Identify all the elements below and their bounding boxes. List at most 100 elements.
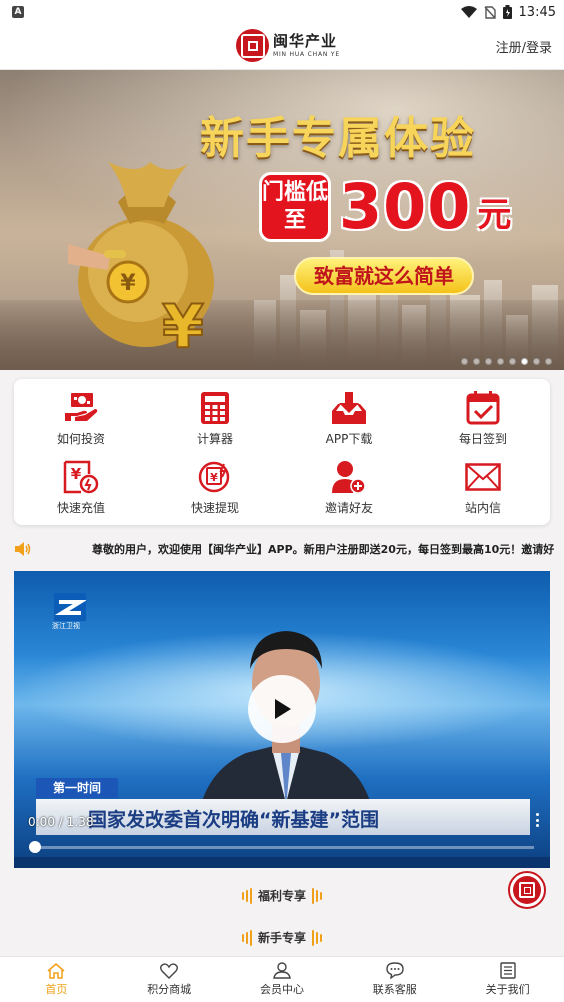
brand-text: 闽华产业 MIN HUA CHAN YE — [273, 31, 340, 58]
quick-label: 邀请好友 — [324, 500, 373, 515]
money-bag-illustration: ¥ ¥ ¥ — [68, 162, 214, 352]
tab-label: 会员中心 — [259, 983, 304, 996]
notice-bar[interactable]: 尊敬的用户，欢迎使用【闽华产业】APP。新用户注册即送20元，每日签到最高10元… — [0, 538, 564, 560]
tab-home[interactable]: 首页 — [0, 957, 113, 1002]
video-headline: 国家发改委首次明确“新基建”范围 — [88, 809, 379, 831]
app-header: 闽华产业 MIN HUA CHAN YE 注册/登录 — [0, 24, 564, 70]
tab-points-mall[interactable]: 积分商城 — [113, 957, 226, 1002]
banner-dot[interactable] — [545, 358, 552, 365]
money-hand-icon — [62, 389, 100, 427]
battery-icon — [502, 5, 512, 19]
channel-name: 浙江卫视 — [52, 622, 80, 630]
brand-name-cn: 闽华产业 — [273, 31, 338, 50]
calendar-check-icon — [464, 389, 502, 427]
tab-label: 联系客服 — [372, 983, 417, 996]
envelope-icon — [464, 458, 502, 496]
threshold-unit: 元 — [477, 195, 512, 235]
user-icon — [273, 962, 291, 979]
svg-text:¥: ¥ — [120, 271, 136, 296]
quick-label: APP下载 — [325, 431, 373, 446]
news-ticker — [14, 857, 550, 868]
decor-bars-icon — [241, 887, 252, 904]
decor-bars-icon — [241, 929, 252, 946]
quick-item-inbox[interactable]: 站内信 — [416, 452, 550, 521]
promo-banner[interactable]: ¥ ¥ ¥ 新手专属体验 门槛低至 300 元 致富就这么简单 — [0, 70, 564, 370]
brand-name-en: MIN HUA CHAN YE — [273, 50, 340, 58]
banner-dot[interactable] — [485, 358, 492, 365]
banner-slogan: 致富就这么简单 — [294, 257, 474, 295]
brand-seal-icon — [236, 29, 269, 62]
quick-label: 站内信 — [464, 500, 501, 515]
video-time: 0:00 / 1:38 — [28, 815, 94, 829]
document-list-icon — [499, 962, 516, 979]
seal-icon — [513, 876, 541, 904]
download-tray-icon — [330, 389, 368, 427]
decor-bars-icon — [312, 887, 322, 904]
quick-item-daily-checkin[interactable]: 每日签到 — [416, 383, 550, 452]
register-login-link[interactable]: 注册/登录 — [496, 37, 552, 56]
banner-dot[interactable] — [473, 358, 480, 365]
threshold-label: 门槛低至 — [259, 171, 331, 242]
threshold-block: 门槛低至 300 元 — [259, 170, 511, 243]
calculator-icon — [196, 389, 234, 427]
quick-label: 计算器 — [196, 431, 233, 446]
banner-dot[interactable] — [509, 358, 516, 365]
play-icon — [275, 699, 291, 719]
chat-bubble-icon — [386, 962, 404, 979]
play-button[interactable] — [248, 675, 316, 743]
app-screen: A 13:45 闽华产业 MIN HUA CHAN YE 注册/登录 ¥ ¥ 新… — [0, 0, 564, 1002]
seek-bar[interactable] — [34, 846, 534, 849]
floating-seal-button[interactable] — [508, 871, 546, 909]
quick-item-recharge[interactable]: ¥ 快速充值 — [14, 452, 148, 521]
speaker-icon — [15, 542, 31, 556]
quick-item-calculator[interactable]: 计算器 — [148, 383, 282, 452]
section-title: 福利专享 — [257, 889, 306, 903]
banner-headline: 新手专属体验 — [200, 113, 476, 164]
status-right: 13:45 — [460, 4, 556, 20]
video-player[interactable]: 浙江卫视 第一时间 国家发改委首次明确“新基建”范围 0:00 / 1:38 — [14, 571, 550, 868]
banner-dot[interactable] — [533, 358, 540, 365]
seek-handle[interactable] — [29, 841, 41, 853]
banner-dot[interactable] — [497, 358, 504, 365]
no-sim-icon — [484, 5, 496, 19]
quick-item-how-to-invest[interactable]: 如何投资 — [14, 383, 148, 452]
tab-label: 首页 — [45, 982, 68, 996]
more-options-icon[interactable] — [536, 813, 540, 827]
svg-text:¥: ¥ — [71, 465, 82, 483]
quick-item-withdraw[interactable]: ¥ 快速提现 — [148, 452, 282, 521]
section-newbie: 新手专享 — [0, 929, 564, 946]
decor-bars-icon — [312, 929, 322, 946]
tab-about-us[interactable]: 关于我们 — [451, 957, 564, 1002]
svg-text:¥: ¥ — [162, 292, 204, 352]
tab-customer-service[interactable]: 联系客服 — [338, 957, 451, 1002]
quick-item-app-download[interactable]: APP下载 — [282, 383, 416, 452]
program-tag: 第一时间 — [36, 778, 118, 798]
section-welfare: 福利专享 — [0, 887, 564, 904]
banner-pagination — [461, 358, 552, 365]
svg-text:¥: ¥ — [210, 471, 218, 484]
threshold-amount: 300 — [339, 170, 472, 243]
banner-dot-active[interactable] — [521, 358, 528, 365]
tab-label: 关于我们 — [485, 983, 530, 996]
tab-member-center[interactable]: 会员中心 — [226, 957, 339, 1002]
quick-label: 快速充值 — [56, 500, 105, 515]
status-left: A — [12, 6, 24, 18]
quick-menu: 如何投资 计算器 APP下载 每日签到 ¥ 快速充值 ¥ 快速提现 邀请好友 站… — [14, 379, 550, 525]
quick-label: 如何投资 — [56, 431, 105, 446]
quick-label: 每日签到 — [458, 431, 507, 446]
status-bar: A 13:45 — [0, 0, 564, 24]
bottom-tab-bar: 首页 积分商城 会员中心 联系客服 关于我们 — [0, 956, 564, 1002]
quick-label: 快速提现 — [190, 500, 239, 515]
notice-text: 尊敬的用户，欢迎使用【闽华产业】APP。新用户注册即送20元，每日签到最高10元… — [92, 543, 555, 556]
wifi-icon — [460, 6, 477, 18]
recharge-icon: ¥ — [62, 458, 100, 496]
home-icon — [47, 962, 65, 979]
status-time: 13:45 — [518, 4, 556, 20]
banner-dot[interactable] — [461, 358, 468, 365]
invite-user-icon — [330, 458, 368, 496]
quick-item-invite-friends[interactable]: 邀请好友 — [282, 452, 416, 521]
svg-text:¥: ¥ — [68, 350, 77, 352]
heart-icon — [160, 962, 179, 979]
notification-a-icon: A — [12, 6, 24, 18]
withdraw-icon: ¥ — [196, 458, 234, 496]
